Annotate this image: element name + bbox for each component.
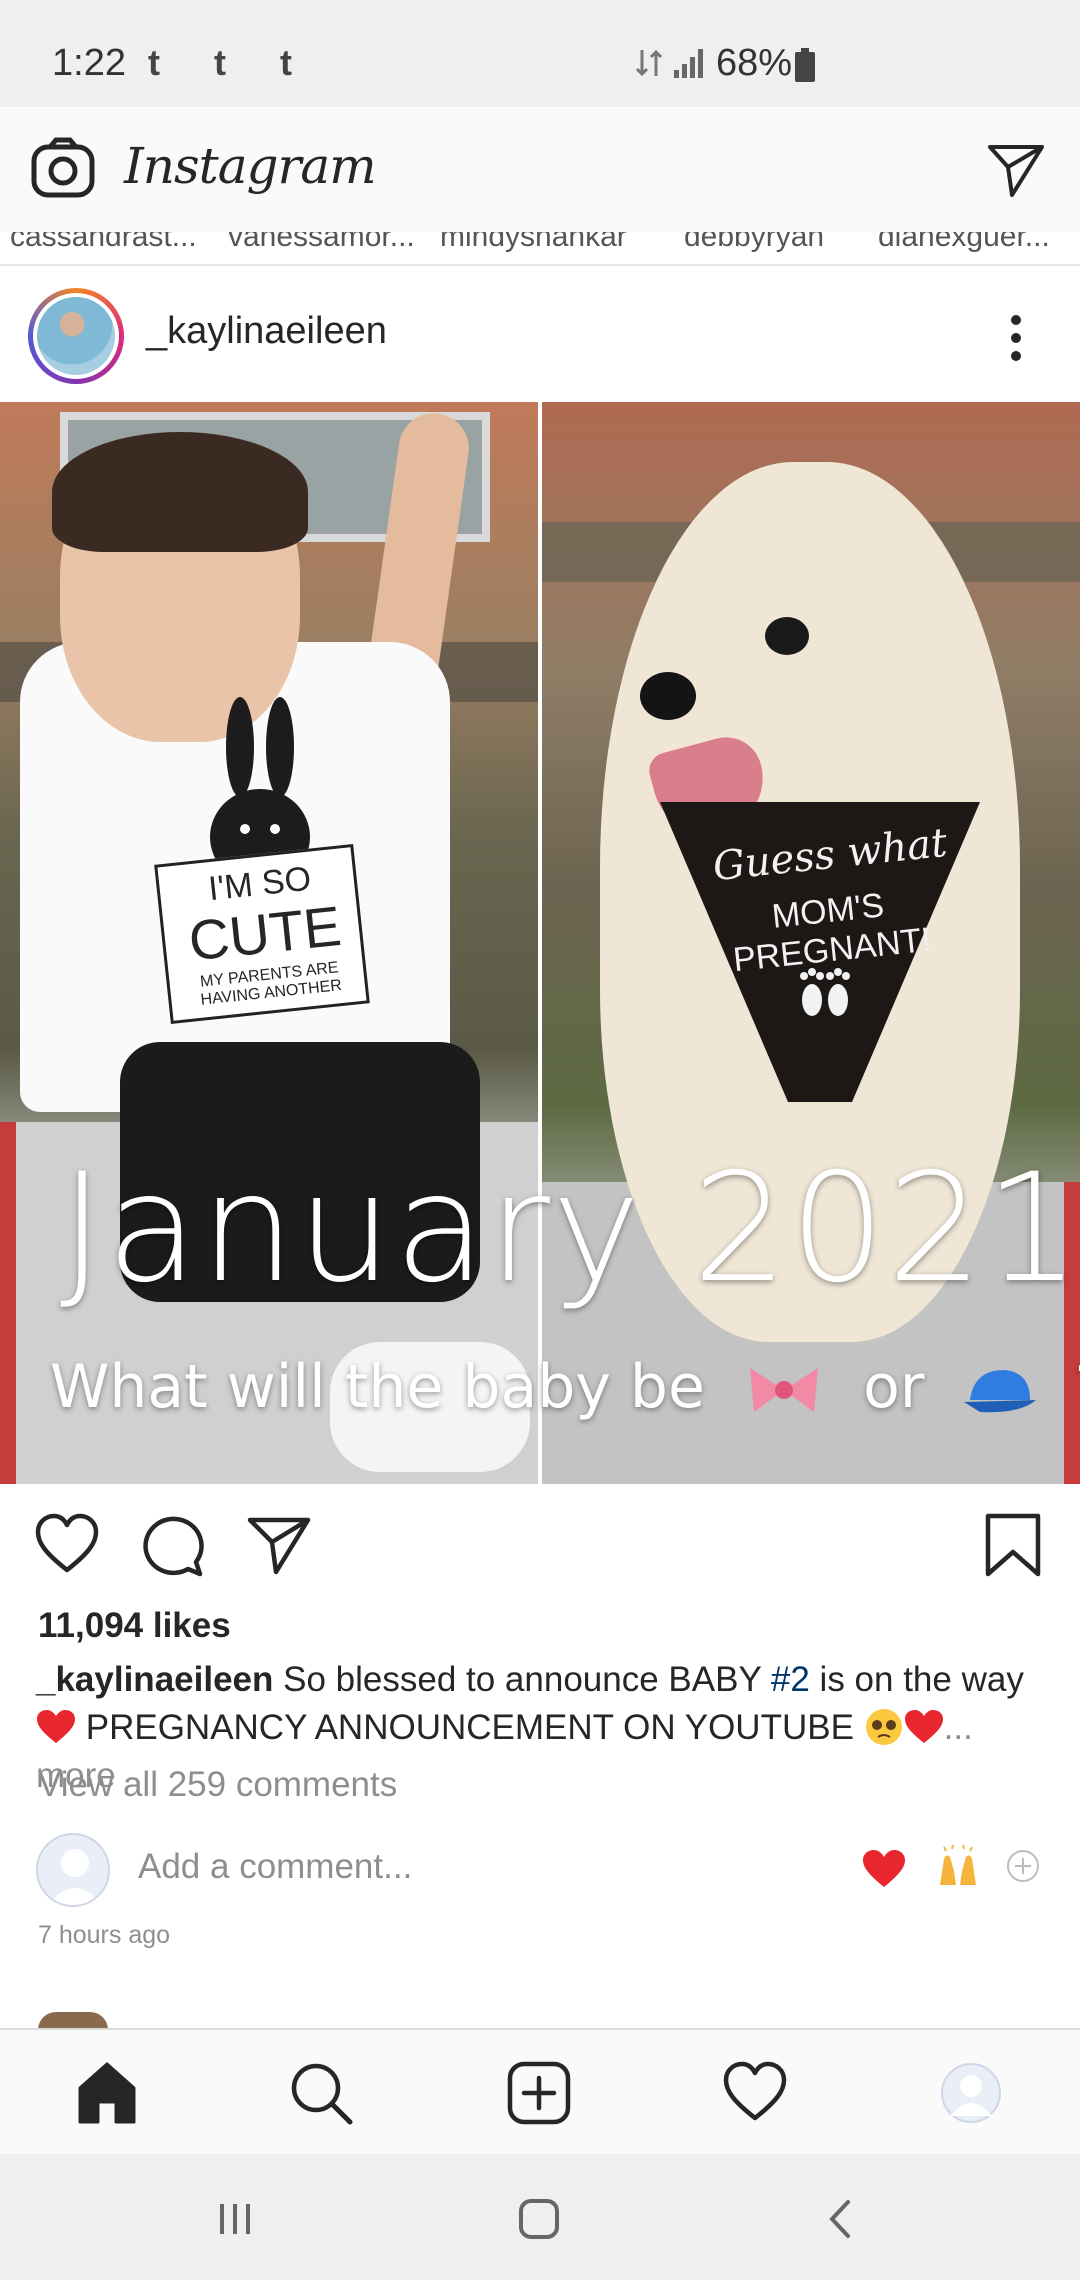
overlay-question-prefix: What will the baby be: [50, 1352, 705, 1422]
new-post-icon[interactable]: [506, 2060, 572, 2126]
data-transfer-icon: [635, 49, 663, 77]
story-name[interactable]: dianexguer...: [878, 232, 1068, 254]
red-heart-emoji-icon: [37, 1710, 75, 1743]
shirt-sign: I'M SO CUTE MY PARENTS ARE HAVING ANOTHE…: [154, 843, 370, 1025]
pleading-face-emoji-icon: [865, 1709, 902, 1745]
more-options-icon[interactable]: [1004, 308, 1028, 368]
overlay-question-or: or: [863, 1352, 925, 1422]
caption-hashtag[interactable]: #2: [771, 1660, 810, 1699]
recent-apps-icon[interactable]: [210, 2194, 260, 2244]
pink-bow-icon: [750, 1368, 819, 1413]
add-comment-row: Add a comment...: [0, 1825, 1080, 1909]
home-button-icon[interactable]: [514, 2194, 564, 2244]
post-header: _kaylinaeileen: [0, 268, 1080, 402]
story-ring-avatar[interactable]: [28, 288, 124, 384]
story-name[interactable]: vanessamor...: [228, 232, 418, 254]
status-time: 1:22: [52, 42, 126, 84]
red-heart-emoji-icon: [904, 1710, 943, 1743]
overlay-title: January 2021: [60, 1142, 1080, 1316]
bottom-navigation: [0, 2028, 1080, 2154]
battery-percent: 68%: [716, 42, 793, 84]
like-heart-icon[interactable]: [34, 1512, 100, 1578]
notification-icons: t t t: [148, 42, 314, 83]
system-navigation-bar: [0, 2154, 1080, 2280]
status-bar: 1:22 t t t 68%: [0, 0, 1080, 107]
post-username[interactable]: _kaylinaeileen: [146, 310, 387, 353]
post-actions: [0, 1484, 1080, 1604]
battery-icon: [795, 48, 815, 82]
camera-icon[interactable]: [30, 137, 96, 199]
share-icon[interactable]: [246, 1512, 312, 1578]
add-comment-input[interactable]: Add a comment...: [138, 1847, 412, 1887]
story-name[interactable]: cassandrast...: [10, 232, 200, 254]
add-emoji-icon[interactable]: [1006, 1849, 1040, 1883]
signal-icon: [674, 49, 703, 78]
profile-avatar-icon[interactable]: [938, 2060, 1004, 2126]
overlay-question: What will the baby be or ?: [50, 1352, 1080, 1422]
bookmark-icon[interactable]: [980, 1512, 1046, 1578]
story-name[interactable]: mindyshankar: [440, 232, 630, 254]
view-all-comments-link[interactable]: View all 259 comments: [38, 1765, 397, 1805]
caption-text: So blessed to announce BABY: [273, 1660, 771, 1699]
caption-username[interactable]: _kaylinaeileen: [36, 1660, 273, 1699]
comment-icon[interactable]: [140, 1512, 206, 1578]
quick-heart-emoji-icon[interactable]: [862, 1849, 906, 1889]
story-name[interactable]: debbyryan: [684, 232, 874, 254]
post-timestamp: 7 hours ago: [38, 1921, 171, 1949]
instagram-logo[interactable]: Instagram: [124, 137, 377, 195]
stories-strip[interactable]: cassandrast... vanessamor... mindyshanka…: [0, 232, 1080, 266]
post-image[interactable]: I'M SO CUTE MY PARENTS ARE HAVING ANOTHE…: [0, 402, 1080, 1484]
overlay-question-end: ?: [1075, 1352, 1080, 1422]
raising-hands-emoji-icon[interactable]: [936, 1845, 980, 1889]
baby-feet-icon: [800, 968, 850, 1016]
activity-heart-icon[interactable]: [722, 2060, 788, 2126]
blue-cap-icon: [963, 1370, 1036, 1413]
home-icon[interactable]: [74, 2060, 140, 2126]
app-header: Instagram: [0, 107, 1080, 232]
avatar: [37, 297, 115, 375]
caption-text: is on the way: [809, 1660, 1024, 1699]
caption-text: PREGNANCY ANNOUNCEMENT ON YOUTUBE: [76, 1708, 864, 1747]
direct-message-icon[interactable]: [986, 139, 1046, 199]
avatar: [36, 1833, 110, 1907]
like-count[interactable]: 11,094 likes: [38, 1606, 231, 1646]
search-icon[interactable]: [288, 2060, 354, 2126]
back-icon[interactable]: [816, 2194, 866, 2244]
